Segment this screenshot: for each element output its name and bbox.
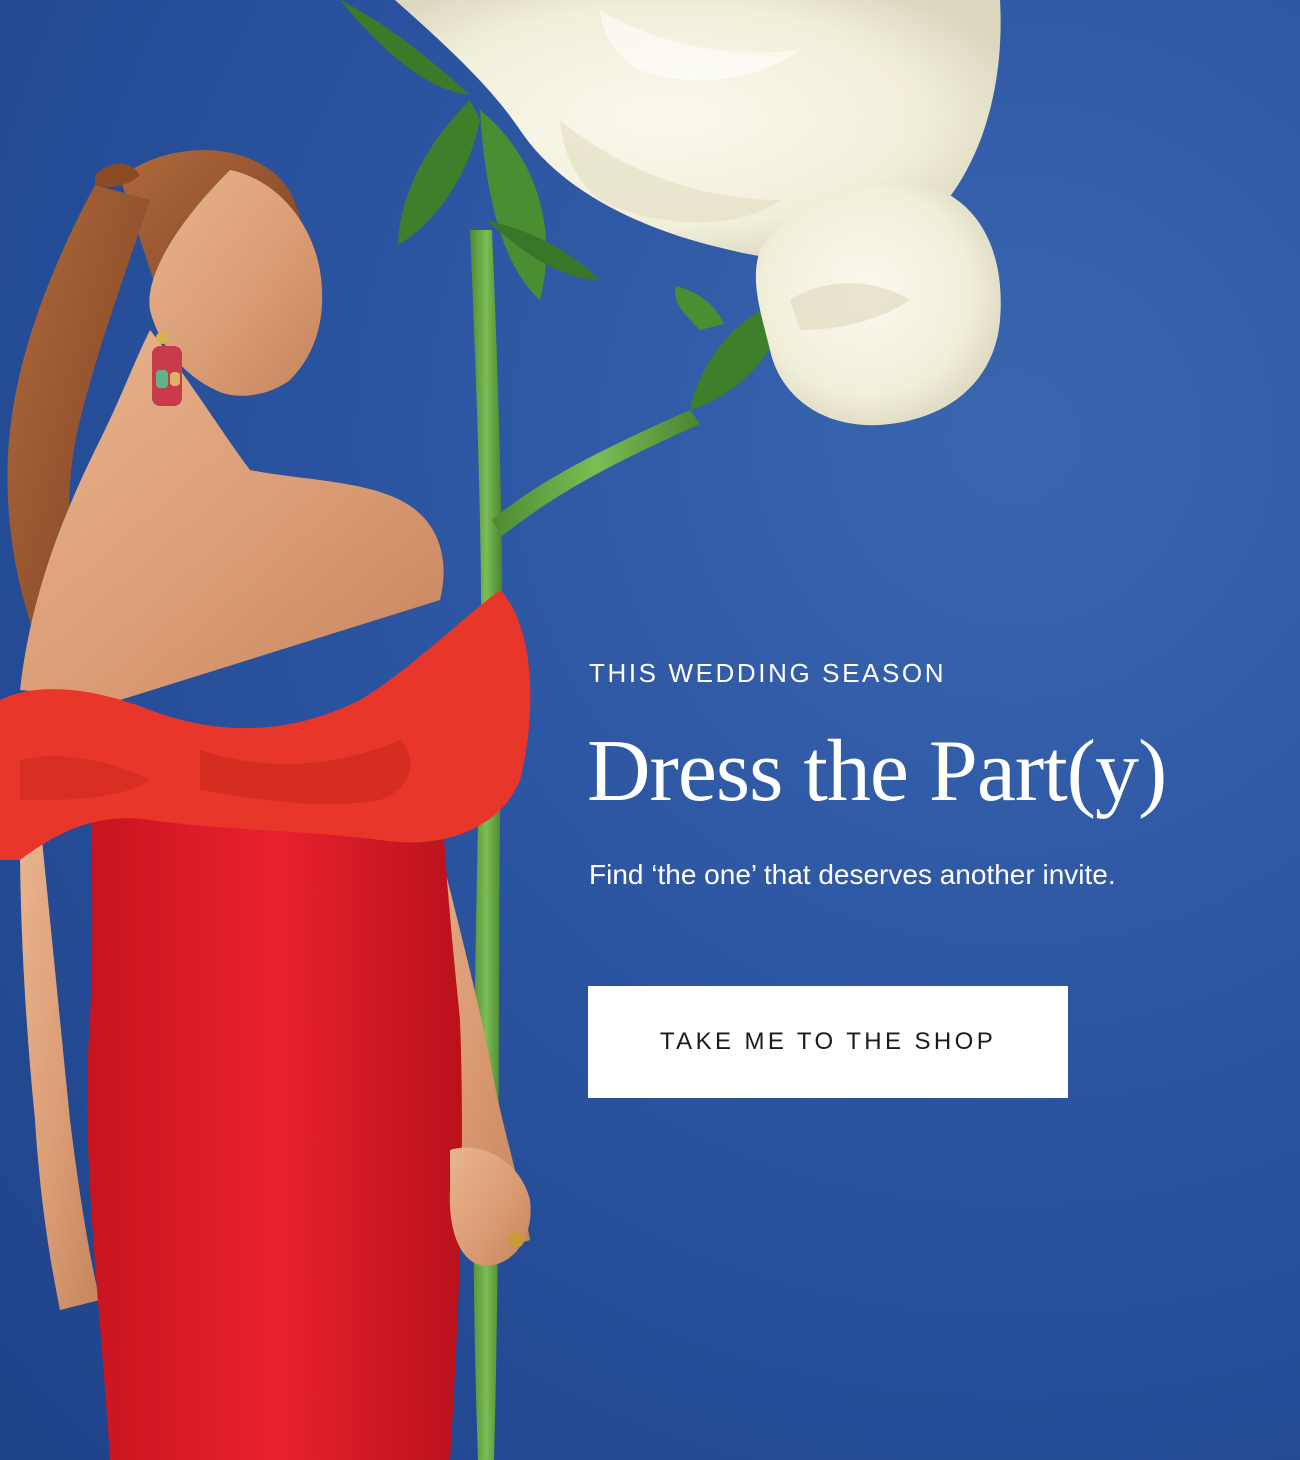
shop-button-label: TAKE ME TO THE SHOP [659, 1028, 997, 1055]
shop-button[interactable]: TAKE ME TO THE SHOP [588, 986, 1068, 1098]
hero-banner: THIS WEDDING SEASON Dress the Part(y) Fi… [0, 0, 1300, 1460]
headline: Dress the Part(y) [587, 723, 1167, 820]
subheadline: Find ‘the one’ that deserves another inv… [589, 859, 1116, 890]
eyebrow-text: THIS WEDDING SEASON [589, 658, 947, 688]
